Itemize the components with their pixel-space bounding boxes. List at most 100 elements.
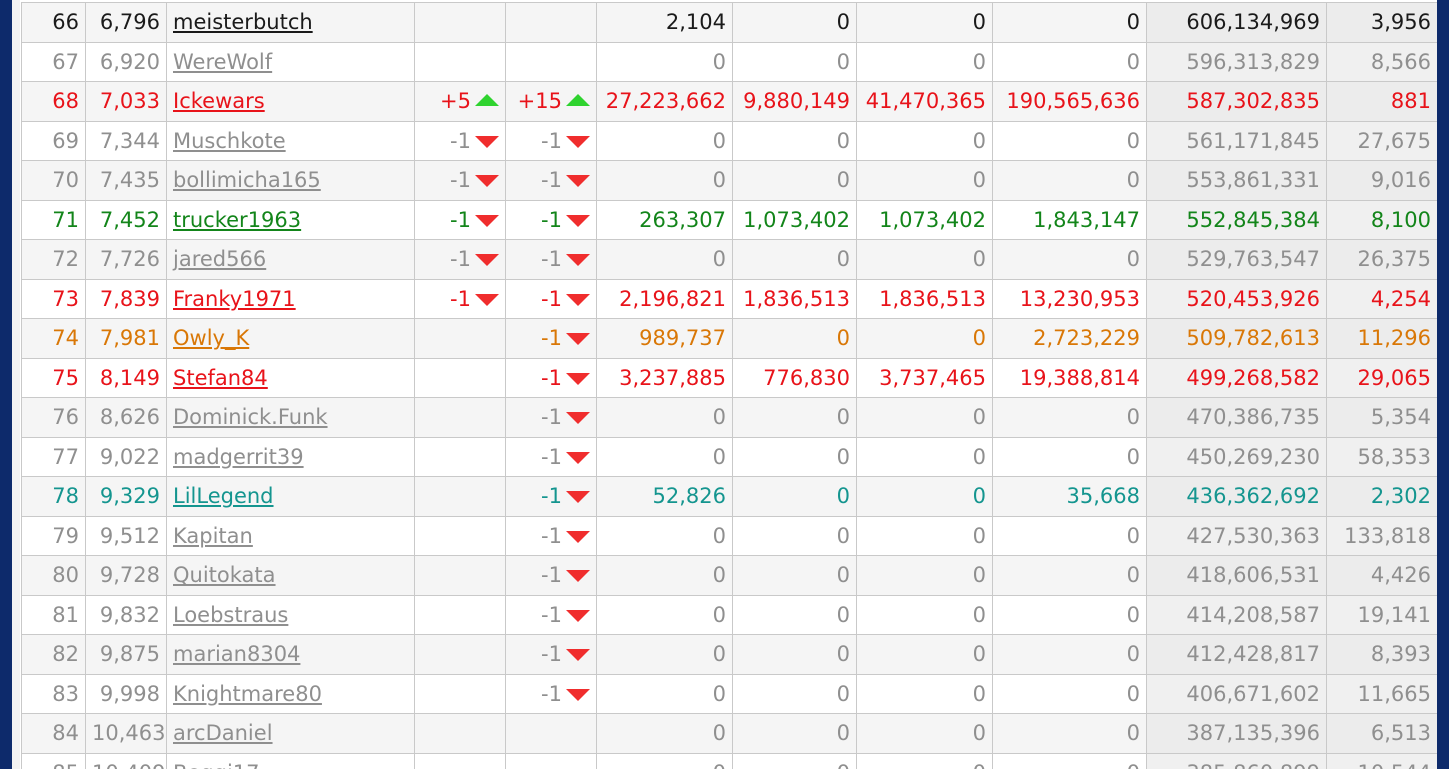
rank-change-cell — [414, 673, 506, 714]
last-value-cell: 4,426 — [1326, 555, 1437, 596]
value-1-cell: 0 — [596, 120, 733, 161]
position-change-cell: -1 — [505, 594, 597, 635]
arrow-down-icon — [566, 372, 590, 385]
last-value-cell: 6,513 — [1326, 713, 1437, 754]
value-2-cell: 0 — [732, 713, 857, 754]
change-indicator: -1 — [541, 603, 590, 627]
player-name-link[interactable]: Loebstraus — [173, 603, 288, 627]
position-cell: 9,832 — [85, 594, 167, 635]
value-2-cell: 0 — [732, 673, 857, 714]
change-indicator: -1 — [450, 168, 499, 192]
rank-cell: 75 — [21, 357, 86, 398]
change-value: +5 — [440, 89, 471, 114]
change-indicator: -1 — [541, 484, 590, 508]
value-1-cell: 0 — [596, 713, 733, 754]
change-indicator: -1 — [450, 247, 499, 271]
value-3-cell: 0 — [856, 239, 993, 280]
total-cell: 436,362,692 — [1146, 476, 1327, 517]
player-name-link[interactable]: Quitokata — [173, 563, 276, 587]
player-name-link[interactable]: Stefan84 — [173, 366, 268, 390]
last-value-cell: 10,544 — [1326, 752, 1437, 769]
player-name-cell: jared566 — [166, 239, 415, 280]
player-name-link[interactable]: Ickewars — [173, 89, 265, 113]
rank-change-cell — [414, 41, 506, 82]
rank-cell: 66 — [21, 2, 86, 43]
value-3-cell: 0 — [856, 397, 993, 438]
player-name-link[interactable]: Knightmare80 — [173, 682, 322, 706]
position-change-cell: -1 — [505, 397, 597, 438]
change-value: -1 — [541, 286, 562, 311]
player-name-link[interactable]: Muschkote — [173, 129, 286, 153]
table-row: 82 9,875 marian8304 -1 0 0 0 0 412,428,817 8,393 — [21, 634, 1437, 675]
arrow-down-icon — [566, 214, 590, 227]
position-change-cell: -1 — [505, 673, 597, 714]
player-name-link[interactable]: LilLegend — [173, 484, 274, 508]
player-name-link[interactable]: Dominick.Funk — [173, 405, 328, 429]
player-name-link[interactable]: meisterbutch — [173, 10, 313, 34]
value-2-cell: 0 — [732, 594, 857, 635]
last-value-cell: 5,354 — [1326, 397, 1437, 438]
ranking-table-container[interactable]: 66 6,796 meisterbutch 2,104 0 0 0 606,134,969 3,… — [21, 2, 1437, 769]
rank-cell: 78 — [21, 476, 86, 517]
position-cell: 6,796 — [85, 2, 167, 43]
value-2-cell: 0 — [732, 436, 857, 477]
change-value: -1 — [541, 326, 562, 351]
window-frame-left — [0, 0, 12, 769]
position-change-cell — [505, 713, 597, 754]
value-1-cell: 0 — [596, 673, 733, 714]
value-4-cell: 0 — [992, 160, 1147, 201]
player-name-link[interactable]: bollimicha165 — [173, 168, 321, 192]
total-cell: 520,453,926 — [1146, 278, 1327, 319]
arrow-down-icon — [566, 491, 590, 504]
change-value: -1 — [541, 642, 562, 667]
change-indicator: -1 — [541, 247, 590, 271]
total-cell: 587,302,835 — [1146, 81, 1327, 122]
value-2-cell: 0 — [732, 41, 857, 82]
position-cell: 7,435 — [85, 160, 167, 201]
last-value-cell: 133,818 — [1326, 515, 1437, 556]
change-value: -1 — [541, 602, 562, 627]
total-cell: 450,269,230 — [1146, 436, 1327, 477]
value-4-cell: 0 — [992, 634, 1147, 675]
player-name-link[interactable]: Owly_K — [173, 326, 249, 350]
rank-change-cell — [414, 2, 506, 43]
player-name-link[interactable]: WereWolf — [173, 50, 272, 74]
value-4-cell: 0 — [992, 515, 1147, 556]
total-cell: 470,386,735 — [1146, 397, 1327, 438]
value-1-cell: 0 — [596, 555, 733, 596]
change-value: -1 — [541, 444, 562, 469]
player-name-link[interactable]: Kapitan — [173, 524, 253, 548]
change-indicator: -1 — [541, 682, 590, 706]
player-name-link[interactable]: madgerrit39 — [173, 445, 304, 469]
change-indicator: -1 — [541, 642, 590, 666]
value-2-cell: 0 — [732, 515, 857, 556]
player-name-link[interactable]: jared566 — [173, 247, 266, 271]
arrow-down-icon — [566, 649, 590, 662]
player-name-link[interactable]: trucker1963 — [173, 208, 301, 232]
player-name-link[interactable]: arcDaniel — [173, 721, 273, 745]
position-change-cell: -1 — [505, 160, 597, 201]
table-row: 77 9,022 madgerrit39 -1 0 0 0 0 450,269,230 58,35… — [21, 436, 1437, 477]
table-row: 76 8,626 Dominick.Funk -1 0 0 0 0 470,386,735 5,3… — [21, 397, 1437, 438]
arrow-down-icon — [475, 293, 499, 306]
total-cell: 499,268,582 — [1146, 357, 1327, 398]
player-name-link[interactable]: marian8304 — [173, 642, 300, 666]
arrow-down-icon — [566, 451, 590, 464]
value-2-cell: 0 — [732, 397, 857, 438]
value-3-cell: 0 — [856, 160, 993, 201]
value-3-cell: 0 — [856, 634, 993, 675]
player-name-link[interactable]: Beggi17 — [173, 761, 260, 769]
value-2-cell: 0 — [732, 160, 857, 201]
table-row: 8510,409Beggi170000385,860,89910,544 — [21, 752, 1437, 769]
arrow-down-icon — [566, 333, 590, 346]
rank-cell: 72 — [21, 239, 86, 280]
player-name-cell: madgerrit39 — [166, 436, 415, 477]
position-cell: 9,022 — [85, 436, 167, 477]
player-name-link[interactable]: Franky1971 — [173, 287, 296, 311]
value-4-cell: 0 — [992, 2, 1147, 43]
change-indicator: -1 — [541, 445, 590, 469]
table-row: 74 7,981 Owly_K -1 989,737 0 0 2,723,229 509,782… — [21, 318, 1437, 359]
total-cell: 553,861,331 — [1146, 160, 1327, 201]
value-3-cell: 0 — [856, 673, 993, 714]
table-row: 75 8,149 Stefan84 -1 3,237,885 776,830 3,737,4… — [21, 357, 1437, 398]
